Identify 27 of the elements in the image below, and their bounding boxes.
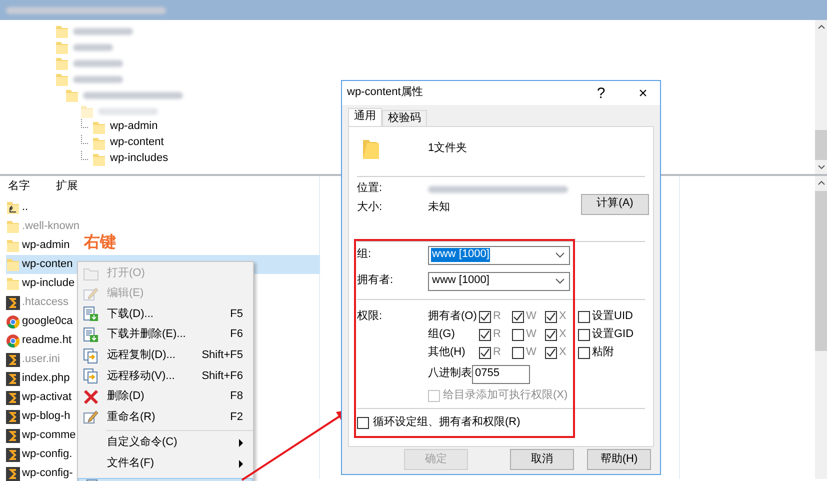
checkbox-label: X (559, 310, 566, 324)
checkbox-label: X (559, 346, 566, 360)
checkbox-label: R (493, 310, 501, 324)
permission-label: 其他(H) (428, 346, 466, 360)
dialog-title: wp-content属性 (347, 86, 424, 100)
checkbox-label: R (493, 346, 501, 360)
checkbox-label: R (493, 328, 501, 342)
checkbox-label: 给目录添加可执行权限(X) (443, 389, 568, 403)
checkbox-label: 设置GID (592, 328, 634, 342)
field-label: 组: (357, 248, 372, 262)
item-summary: 1文件夹 (428, 142, 468, 156)
field-label: 权限: (357, 310, 384, 324)
checkbox-label: X (559, 328, 566, 342)
permission-label: 组(G) (428, 328, 456, 342)
checkbox-label: W (526, 328, 536, 342)
field-label: 位置: (357, 182, 384, 196)
checkbox-label: 设置UID (592, 310, 633, 324)
field-label: 大小: (357, 201, 384, 215)
checkbox-label: 粘附 (592, 346, 614, 360)
field-label: 拥有者: (357, 274, 394, 288)
annotation-label: 右键 (84, 235, 116, 251)
checkbox-label: 循环设定组、拥有者和权限(R) (373, 416, 520, 430)
field-value: 未知 (428, 201, 451, 215)
checkbox-label: W (526, 346, 536, 360)
permission-label: 拥有者(O) (428, 310, 478, 324)
checkbox-label: W (526, 310, 536, 324)
field-label: 八进制表 (428, 367, 472, 381)
